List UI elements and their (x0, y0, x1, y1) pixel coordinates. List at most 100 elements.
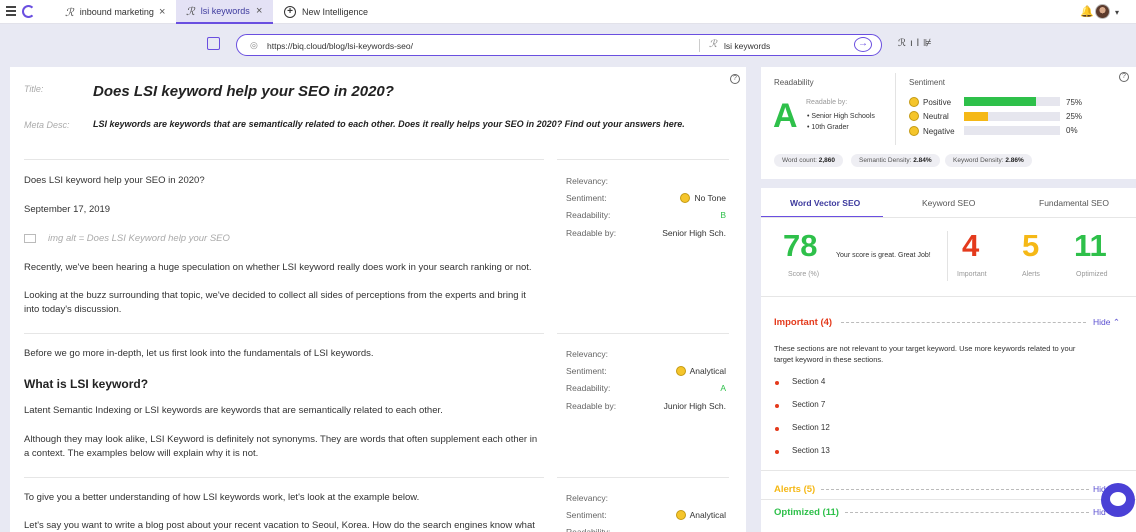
date-text[interactable]: September 17, 2019 (24, 203, 110, 218)
url-input[interactable]: https://biq.cloud/blog/lsi-keywords-seo/ (267, 41, 413, 51)
url-bar-row: ◎ https://biq.cloud/blog/lsi-keywords-se… (0, 24, 1136, 66)
face-icon (680, 193, 691, 203)
paragraph[interactable]: Recently, we've been hearing a huge spec… (24, 261, 532, 276)
help-icon[interactable]: ? (1119, 72, 1129, 82)
seo-score: 78 (783, 228, 818, 263)
logo-icon[interactable] (22, 5, 35, 18)
paragraph[interactable]: into today's discussion. (24, 303, 121, 318)
readable-by-value: Senior High Sch. (662, 228, 726, 238)
seo-card: Word Vector SEO Keyword SEO Fundamental … (761, 188, 1136, 532)
alerts-count: 5 (1022, 228, 1040, 263)
bullet-icon (775, 450, 779, 454)
bullet-icon (775, 381, 779, 385)
tab-keyword-seo[interactable]: Keyword SEO (922, 198, 975, 208)
image-icon (24, 233, 36, 243)
menu-icon[interactable] (6, 6, 16, 16)
sentiment-text: Analytical (689, 510, 726, 520)
paragraph[interactable]: Looking at the buzz surrounding that top… (24, 289, 526, 304)
face-icon (675, 366, 686, 376)
section-link[interactable]: Section 4 (792, 377, 825, 386)
chevron-down-icon[interactable]: ▾ (1115, 8, 1119, 17)
globe-icon: ◎ (250, 40, 258, 50)
keyword-tool-icon[interactable]: ℛ (898, 38, 910, 49)
tab-new-intelligence[interactable]: + New Intelligence (274, 0, 384, 24)
readability-value: A (720, 383, 726, 393)
section-link[interactable]: Section 7 (792, 400, 825, 409)
tab-inbound-marketing[interactable]: ℛ inbound marketing × (55, 0, 175, 24)
avatar[interactable] (1095, 4, 1110, 19)
bell-icon[interactable]: 🔔 (1080, 5, 1094, 18)
readability-sentiment-card: ? Readability A Readable by: • Senior Hi… (761, 67, 1136, 179)
divider (947, 231, 948, 281)
paragraph[interactable]: Although they may look alike, LSI Keywor… (24, 433, 537, 448)
important-header[interactable]: Important (4) (774, 317, 832, 328)
tab-label: lsi keywords (200, 6, 250, 16)
positive-pct: 75% (1066, 98, 1083, 107)
sentiment-label: Sentiment (909, 78, 946, 87)
readable-by-label: Readable by: (566, 401, 617, 411)
chat-button[interactable] (1101, 483, 1135, 517)
close-icon[interactable]: × (159, 6, 165, 18)
word-count-badge: Word count: 2,860 (774, 154, 844, 167)
badge-value: 2.86% (1005, 157, 1024, 164)
section-heading[interactable]: What is LSI keyword? (24, 377, 148, 391)
graph-icon[interactable]: ⊯ (923, 38, 936, 49)
optimized-header[interactable]: Optimized (11) (774, 507, 839, 518)
section-link[interactable]: Section 12 (792, 423, 830, 432)
neutral-bar-fill (964, 112, 988, 121)
title-label: Title: (24, 84, 44, 94)
tab-lsi-keywords[interactable]: ℛ lsi keywords × (176, 0, 273, 24)
relevancy-label: Relevancy: (566, 176, 609, 186)
tab-fundamental-seo[interactable]: Fundamental SEO (1039, 198, 1109, 208)
close-icon[interactable]: × (256, 5, 262, 17)
url-search-box[interactable]: ◎ https://biq.cloud/blog/lsi-keywords-se… (236, 34, 882, 56)
sentiment-label: Sentiment: (566, 193, 607, 203)
alerts-header[interactable]: Alerts (5) (774, 484, 815, 495)
bullet-icon (775, 427, 779, 431)
badge-label: Word count: (782, 157, 817, 164)
divider (699, 39, 700, 52)
divider (761, 217, 1136, 218)
optimized-count: 11 (1074, 228, 1107, 263)
divider (24, 159, 544, 160)
plus-icon: + (284, 6, 296, 18)
paragraph[interactable]: Does LSI keyword help your SEO in 2020? (24, 174, 205, 189)
sentiment-row-negative: Negative (909, 126, 955, 136)
page-title[interactable]: Does LSI keyword help your SEO in 2020? (93, 83, 394, 100)
paragraph[interactable]: Let's say you want to write a blog post … (24, 519, 535, 532)
paragraph[interactable]: a context. The examples below will expla… (24, 447, 258, 462)
keyword-density-badge: Keyword Density: 2.86% (945, 154, 1032, 167)
readable-by-label: Readable by: (806, 99, 848, 106)
editor-panel: ? Title: Does LSI keyword help your SEO … (10, 67, 746, 532)
tab-word-vector-seo[interactable]: Word Vector SEO (790, 198, 860, 208)
screenshot-icon[interactable] (207, 37, 220, 50)
divider (557, 333, 729, 334)
meta-description[interactable]: LSI keywords are keywords that are seman… (93, 119, 685, 129)
divider (24, 333, 544, 334)
sentiment-name: Positive (923, 98, 952, 107)
keyword-input[interactable]: lsi keywords (724, 41, 770, 51)
submit-arrow-icon[interactable]: → (854, 37, 872, 52)
sentiment-label: Sentiment: (566, 366, 607, 376)
paragraph[interactable]: Latent Semantic Indexing or LSI keywords… (24, 404, 443, 419)
chart-icon[interactable]: ıl (910, 38, 923, 49)
positive-bar-fill (964, 97, 1036, 106)
section-link[interactable]: Section 13 (792, 446, 830, 455)
hide-button[interactable]: Hide ⌃ (1093, 317, 1120, 328)
chat-bubble-icon (1110, 492, 1126, 506)
readable-level: • 10th Grader (807, 124, 849, 131)
positive-bar (964, 97, 1060, 106)
sentiment-row-neutral: Neutral (909, 111, 949, 121)
image-alt[interactable]: img alt = Does LSI Keyword help your SEO (24, 233, 230, 244)
face-icon (909, 111, 919, 121)
alerts-label: Alerts (1022, 271, 1040, 278)
meta-label: Meta Desc: (24, 120, 70, 130)
paragraph[interactable]: To give you a better understanding of ho… (24, 491, 419, 506)
readability-value: B (720, 210, 726, 220)
paragraph[interactable]: Before we go more in-depth, let us first… (24, 347, 374, 362)
sentiment-row-positive: Positive (909, 97, 951, 107)
level-text: Senior High Schools (811, 113, 875, 120)
help-icon[interactable]: ? (730, 74, 740, 84)
readable-level: • Senior High Schools (807, 113, 875, 120)
important-description: target keyword in these sections. (774, 355, 884, 364)
